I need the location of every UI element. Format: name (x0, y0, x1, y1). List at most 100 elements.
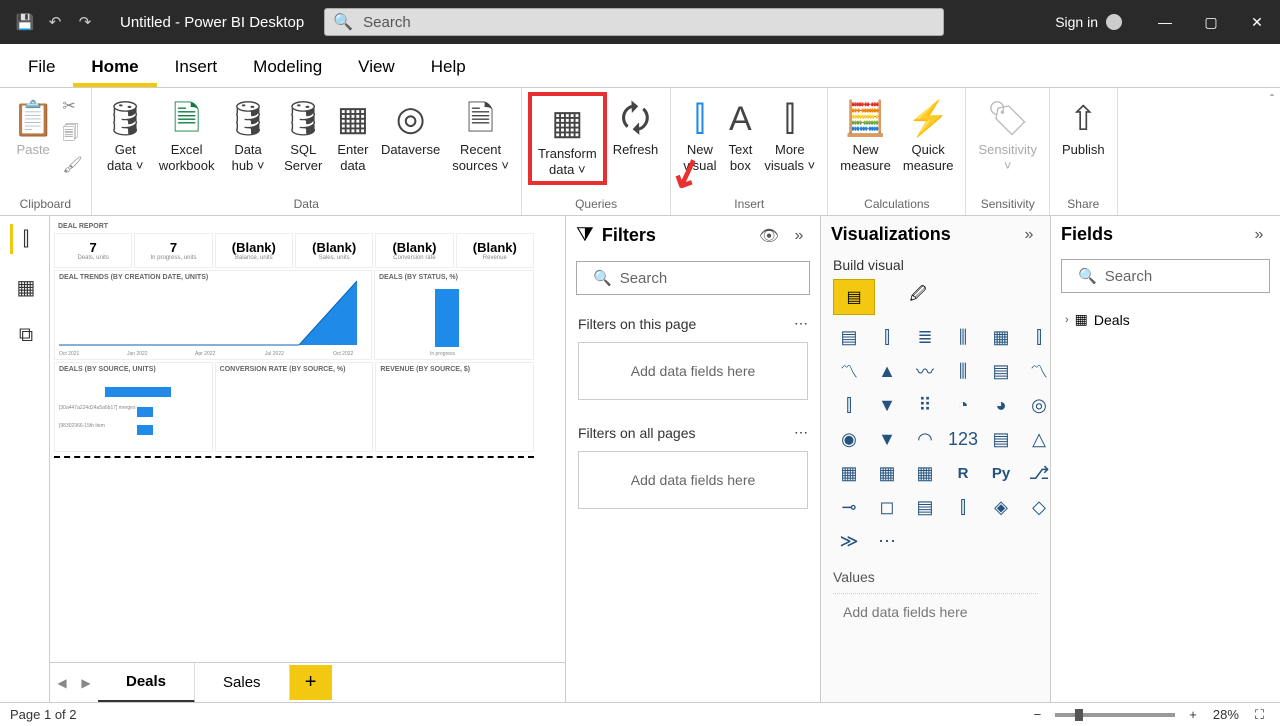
save-icon[interactable]: 💾 (10, 13, 40, 31)
more-icon[interactable]: ⋯ (794, 315, 808, 332)
viz-type-icon[interactable]: ⫿ (947, 493, 979, 521)
fit-to-page-icon[interactable]: ⛶ (1249, 707, 1270, 723)
avatar[interactable] (1106, 14, 1122, 30)
viz-type-icon[interactable]: ⠿ (909, 391, 941, 419)
cut-icon[interactable]: ✂ (62, 96, 82, 116)
text-box-button[interactable]: ATextbox (722, 92, 758, 177)
filters-search[interactable]: 🔍 Search (576, 261, 810, 295)
viz-type-icon[interactable]: ⫼ (947, 323, 979, 351)
global-search[interactable]: 🔍 Search (324, 8, 944, 36)
viz-type-icon[interactable]: 〽 (833, 357, 865, 385)
menu-view[interactable]: View (340, 49, 413, 87)
viz-type-icon[interactable]: ◕ (985, 391, 1017, 419)
sign-in-link[interactable]: Sign in (1055, 14, 1098, 30)
viz-type-icon[interactable]: ▤ (833, 323, 865, 351)
copy-icon[interactable]: 🗐 (62, 122, 82, 149)
viz-type-icon[interactable]: ◈ (985, 493, 1017, 521)
more-visuals-button[interactable]: ⫿Morevisuals ˅ (758, 92, 821, 177)
conversion-chart[interactable]: CONVERSION RATE (BY SOURCE, %) (215, 362, 374, 452)
viz-type-icon[interactable]: ≫ (833, 527, 865, 555)
page-prev-icon[interactable]: ◀ (50, 676, 74, 690)
values-drop[interactable]: Add data fields here (833, 593, 1038, 630)
field-table-deals[interactable]: › ▦ Deals (1051, 303, 1280, 336)
add-page-button[interactable]: + (290, 665, 332, 700)
transform-data-button[interactable]: ▦Transformdata ˅ (528, 92, 607, 185)
viz-type-icon[interactable]: ▲ (871, 357, 903, 385)
menu-file[interactable]: File (10, 49, 73, 87)
viz-type-icon[interactable]: ▼ (871, 391, 903, 419)
sql-server-button[interactable]: 🛢SQLServer (276, 92, 331, 177)
quick-measure-button[interactable]: ⚡Quickmeasure (897, 92, 960, 177)
page-next-icon[interactable]: ▶ (74, 676, 98, 690)
menu-insert[interactable]: Insert (157, 49, 236, 87)
viz-type-icon[interactable]: ◻ (871, 493, 903, 521)
filters-this-page-drop[interactable]: Add data fields here (578, 342, 808, 400)
kpi-card[interactable]: (Blank)Balance, units (215, 233, 293, 268)
publish-button[interactable]: ⇧Publish (1056, 92, 1111, 177)
viz-type-icon[interactable]: ⫿ (833, 391, 865, 419)
close-button[interactable]: ✕ (1234, 0, 1280, 44)
zoom-in-button[interactable]: + (1183, 707, 1203, 722)
new-measure-button[interactable]: 🧮Newmeasure (834, 92, 897, 177)
minimize-button[interactable]: — (1142, 0, 1188, 44)
menu-home[interactable]: Home (73, 49, 156, 87)
trend-chart[interactable]: DEAL TRENDS (BY CREATION DATE, UNITS) Oc… (54, 270, 372, 360)
kpi-card[interactable]: (Blank)Sales, units (295, 233, 373, 268)
more-icon[interactable]: ⋯ (794, 424, 808, 441)
viz-type-icon[interactable]: Py (985, 459, 1017, 487)
zoom-slider[interactable] (1055, 713, 1175, 717)
enter-data-button[interactable]: ▦Enterdata (331, 92, 375, 177)
viz-type-icon[interactable]: ⫼ (947, 357, 979, 385)
excel-workbook-button[interactable]: 🗎Excelworkbook (153, 92, 221, 177)
filters-all-pages-drop[interactable]: Add data fields here (578, 451, 808, 509)
revenue-chart[interactable]: REVENUE (BY SOURCE, $) (375, 362, 534, 452)
fields-search[interactable]: 🔍 Search (1061, 259, 1270, 293)
viz-type-icon[interactable]: ▤ (909, 493, 941, 521)
collapse-pane-icon[interactable]: » (1248, 226, 1270, 244)
format-visual-tab[interactable]: 🖉 (897, 279, 939, 315)
redo-icon[interactable]: ↷ (70, 13, 100, 31)
viz-type-icon[interactable]: ▦ (871, 459, 903, 487)
new-visual-button[interactable]: ⫿Newvisual (677, 92, 722, 177)
viz-type-icon[interactable]: ⋯ (871, 527, 903, 555)
viz-type-icon[interactable]: ▤ (985, 425, 1017, 453)
viz-type-icon[interactable]: 〰 (909, 357, 941, 385)
data-hub-button[interactable]: 🛢Datahub ˅ (220, 92, 275, 177)
viz-type-icon[interactable]: ≣ (909, 323, 941, 351)
status-chart[interactable]: DEALS (BY STATUS, %) In progress (374, 270, 534, 360)
viz-type-icon[interactable]: ▤ (985, 357, 1017, 385)
page-tab-deals[interactable]: Deals (98, 663, 195, 703)
model-view-icon[interactable]: ⧉ (10, 320, 40, 350)
zoom-out-button[interactable]: − (1028, 707, 1048, 722)
viz-type-icon[interactable]: ◠ (909, 425, 941, 453)
viz-type-icon[interactable]: ⊸ (833, 493, 865, 521)
build-visual-tab[interactable]: ▤ (833, 279, 875, 315)
maximize-button[interactable]: ▢ (1188, 0, 1234, 44)
viz-type-icon[interactable]: ◉ (833, 425, 865, 453)
viz-type-icon[interactable]: ▦ (985, 323, 1017, 351)
report-canvas[interactable]: DEAL REPORT 7Deals, units 7In progress, … (50, 216, 565, 662)
show-hide-icon[interactable]: 👁 (758, 226, 780, 246)
kpi-card[interactable]: 7In progress, units (134, 233, 212, 268)
viz-type-icon[interactable]: R (947, 459, 979, 487)
viz-type-icon[interactable]: ▼ (871, 425, 903, 453)
menu-modeling[interactable]: Modeling (235, 49, 340, 87)
report-view-icon[interactable]: ⫿ (10, 224, 40, 254)
deals-by-source-chart[interactable]: DEALS (BY SOURCE, UNITS) [30a447a224d24a… (54, 362, 213, 452)
viz-type-icon[interactable]: ▦ (909, 459, 941, 487)
kpi-card[interactable]: (Blank)Conversion rate (375, 233, 453, 268)
viz-type-icon[interactable]: ▦ (833, 459, 865, 487)
kpi-card[interactable]: 7Deals, units (54, 233, 132, 268)
dataverse-button[interactable]: ◎Dataverse (375, 92, 446, 177)
collapse-pane-icon[interactable]: » (788, 227, 810, 245)
viz-type-icon[interactable]: ◔ (947, 391, 979, 419)
refresh-button[interactable]: 🗘Refresh (607, 92, 665, 177)
menu-help[interactable]: Help (413, 49, 484, 87)
page-tab-sales[interactable]: Sales (195, 664, 290, 701)
ribbon-collapse-icon[interactable]: ˆ (1117, 88, 1280, 215)
get-data-button[interactable]: 🛢Getdata ˅ (98, 92, 153, 177)
viz-type-icon[interactable]: ⫿ (871, 323, 903, 351)
format-painter-icon[interactable]: 🖌 (62, 155, 82, 175)
paste-button[interactable]: 📋 Paste (6, 92, 60, 179)
viz-type-icon[interactable]: 123 (947, 425, 979, 453)
